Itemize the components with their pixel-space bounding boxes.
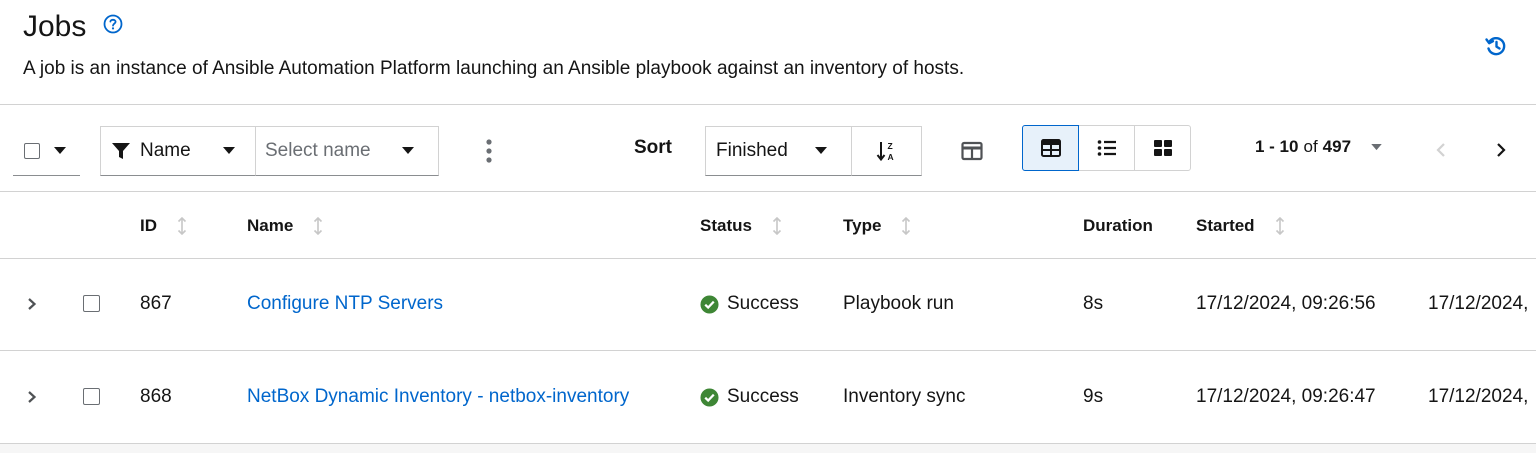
sort-alpha-desc-icon: Z A: [876, 141, 893, 162]
job-finished: 17/12/2024,: [1428, 293, 1529, 314]
previous-page-button[interactable]: [1431, 135, 1451, 165]
sort-icon: [772, 217, 782, 235]
job-started: 17/12/2024, 09:26:56: [1196, 293, 1376, 314]
status-badge: Success: [700, 386, 799, 408]
sort-label: Sort: [634, 137, 672, 158]
list-view-button[interactable]: [1078, 125, 1135, 171]
kebab-menu-icon[interactable]: [478, 135, 500, 167]
column-header-label: ID: [140, 216, 157, 235]
chevron-left-icon: [1436, 143, 1445, 157]
page-title: Jobs: [23, 10, 87, 43]
chevron-right-icon[interactable]: [24, 387, 40, 407]
column-header-duration: Duration: [1083, 216, 1153, 236]
status-badge: Success: [700, 293, 799, 315]
job-duration: 9s: [1083, 386, 1104, 407]
bulk-select-dropdown[interactable]: [13, 126, 80, 176]
job-duration: 8s: [1083, 293, 1104, 314]
row-checkbox[interactable]: [83, 295, 100, 312]
sort-icon: [177, 217, 187, 235]
chevron-down-icon: [402, 147, 414, 154]
table-view-button[interactable]: [1022, 125, 1079, 171]
filter-icon: [112, 143, 130, 159]
job-type: Playbook run: [843, 293, 954, 314]
pagination-of: of: [1303, 137, 1318, 156]
column-header-started[interactable]: Started: [1196, 216, 1285, 236]
svg-text:A: A: [887, 152, 893, 162]
chevron-down-icon: [54, 146, 66, 154]
view-toggle-group: [1022, 125, 1191, 171]
sort-direction-button[interactable]: Z A: [851, 126, 922, 176]
table-header: ID Name Status Type Duration Started: [0, 192, 1536, 259]
history-icon[interactable]: [1484, 34, 1508, 58]
job-name-link[interactable]: NetBox Dynamic Inventory - netbox-invent…: [247, 386, 629, 408]
chevron-right-icon: [1497, 143, 1506, 157]
help-icon[interactable]: [103, 14, 123, 34]
check-circle-icon: [700, 294, 719, 314]
select-all-checkbox[interactable]: [24, 142, 40, 159]
job-name-link[interactable]: Configure NTP Servers: [247, 293, 443, 315]
svg-text:Z: Z: [887, 141, 892, 151]
job-id: 868: [140, 386, 172, 407]
table-row: 868 NetBox Dynamic Inventory - netbox-in…: [0, 352, 1536, 444]
column-header-label: Type: [843, 216, 882, 235]
status-text: Success: [727, 386, 799, 407]
column-header-label: Duration: [1083, 216, 1153, 235]
pagination-total: 497: [1322, 137, 1352, 156]
sort-field-select[interactable]: Finished: [705, 126, 852, 176]
filter-name-select[interactable]: Select name: [255, 126, 439, 176]
column-header-status[interactable]: Status: [700, 216, 782, 236]
sort-icon: [314, 217, 323, 235]
grid-icon: [1153, 140, 1172, 156]
chevron-down-icon: [223, 147, 235, 154]
check-circle-icon: [700, 387, 719, 407]
column-header-name[interactable]: Name: [247, 216, 323, 236]
filter-name-placeholder: Select name: [265, 140, 371, 161]
sort-field-label: Finished: [716, 140, 788, 161]
job-id: 867: [140, 293, 172, 314]
sort-icon: [902, 217, 911, 235]
status-text: Success: [727, 293, 799, 314]
pagination-range: 1 - 10: [1255, 137, 1299, 156]
page-header: Jobs A job is an instance of Ansible Aut…: [0, 0, 1536, 105]
column-header-type[interactable]: Type: [843, 216, 911, 236]
filter-type-select[interactable]: Name: [100, 126, 256, 176]
chevron-down-icon: [815, 147, 827, 154]
table-row: 867 Configure NTP Servers Success Playbo…: [0, 259, 1536, 351]
page-description: A job is an instance of Ansible Automati…: [23, 58, 965, 79]
manage-columns-icon[interactable]: [958, 137, 986, 165]
table-footer-strip: [0, 444, 1536, 453]
chevron-down-icon: [1371, 143, 1382, 150]
column-header-label: Started: [1196, 216, 1255, 235]
card-view-button[interactable]: [1134, 125, 1191, 171]
chevron-right-icon[interactable]: [24, 294, 40, 314]
pagination-toggle[interactable]: 1 - 10 of 497: [1255, 137, 1382, 157]
job-started: 17/12/2024, 09:26:47: [1196, 386, 1376, 407]
next-page-button[interactable]: [1491, 135, 1511, 165]
filter-type-label: Name: [140, 140, 191, 161]
row-checkbox[interactable]: [83, 388, 100, 405]
job-finished: 17/12/2024,: [1428, 386, 1529, 407]
column-header-label: Name: [247, 216, 294, 235]
sort-icon: [1275, 217, 1284, 235]
toolbar: Name Select name Sort Finished Z A 1 - 1…: [0, 105, 1536, 192]
list-icon: [1097, 140, 1116, 156]
column-header-id[interactable]: ID: [140, 216, 187, 236]
table-icon: [1040, 139, 1061, 157]
job-type: Inventory sync: [843, 386, 966, 407]
column-header-label: Status: [700, 216, 752, 235]
